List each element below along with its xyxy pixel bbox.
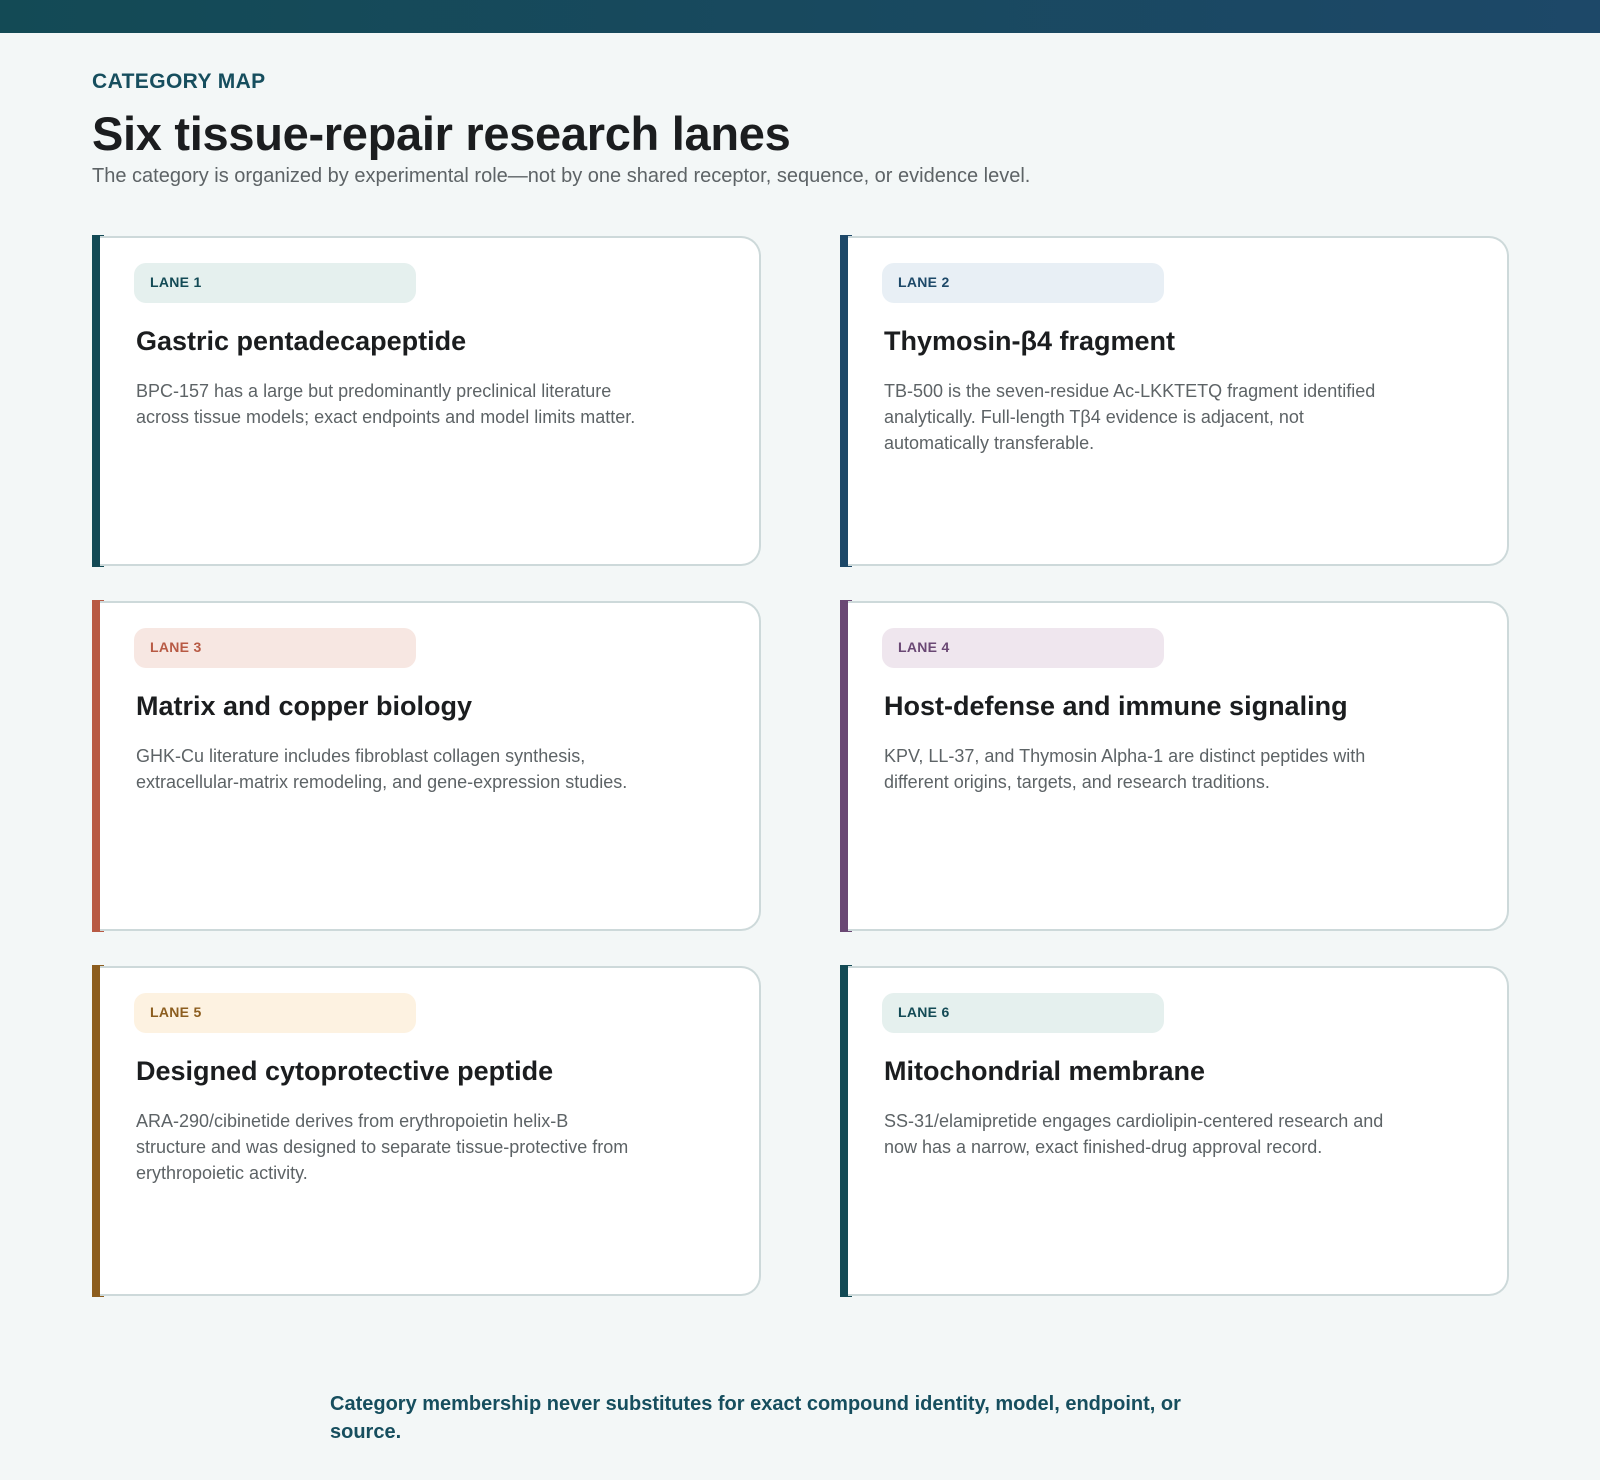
lane-title: Gastric pentadecapeptide <box>136 326 467 356</box>
lane-title: Designed cytoprotective peptide <box>136 1056 554 1086</box>
lane-badge-label: LANE 1 <box>150 274 202 290</box>
lane-description: SS-31/elamipretide engages cardiolipin-c… <box>884 1111 1384 1157</box>
lane-title: Thymosin-β4 fragment <box>884 326 1176 356</box>
lane-title: Matrix and copper biology <box>136 691 473 721</box>
page-subtitle: The category is organized by experimenta… <box>92 165 1031 187</box>
lane-card-4: LANE 4 Host-defense and immune signaling… <box>840 600 1509 932</box>
lane-card-panel: LANE 1 Gastric pentadecapeptide BPC-157 … <box>100 236 761 566</box>
lane-card-panel: LANE 3 Matrix and copper biology GHK-Cu … <box>100 601 761 931</box>
lane-badge: LANE 2 <box>882 263 1164 303</box>
eyebrow-label: CATEGORY MAP <box>92 70 266 93</box>
lane-card-panel: LANE 6 Mitochondrial membrane SS-31/elam… <box>848 966 1509 1296</box>
lane-description: KPV, LL-37, and Thymosin Alpha-1 are dis… <box>884 746 1366 792</box>
lane-description: ARA-290/cibinetide derives from erythrop… <box>136 1111 629 1183</box>
lane-badge: LANE 1 <box>134 263 416 303</box>
lane-card-6: LANE 6 Mitochondrial membrane SS-31/elam… <box>840 965 1509 1297</box>
lane-card-1: LANE 1 Gastric pentadecapeptide BPC-157 … <box>92 235 761 567</box>
top-bar <box>0 0 1600 33</box>
lane-badge: LANE 4 <box>882 628 1164 668</box>
lane-badge-label: LANE 6 <box>898 1004 950 1020</box>
lane-card-2: LANE 2 Thymosin-β4 fragment TB-500 is th… <box>840 235 1509 567</box>
lane-badge-label: LANE 3 <box>150 639 202 655</box>
lane-badge-label: LANE 2 <box>898 274 950 290</box>
lane-badge-label: LANE 5 <box>150 1004 202 1020</box>
lane-badge-label: LANE 4 <box>898 639 950 655</box>
lane-badge: LANE 5 <box>134 993 416 1033</box>
page-title: Six tissue-repair research lanes <box>92 107 791 160</box>
footer-note: Category membership never substitutes fo… <box>330 1393 1181 1443</box>
lane-card-panel: LANE 5 Designed cytoprotective peptide A… <box>100 966 761 1296</box>
lane-description: TB-500 is the seven-residue Ac-LKKTETQ f… <box>884 381 1376 453</box>
lane-title: Host-defense and immune signaling <box>884 691 1348 721</box>
lane-description: BPC-157 has a large but predominantly pr… <box>136 381 636 427</box>
lane-card-panel: LANE 4 Host-defense and immune signaling… <box>848 601 1509 931</box>
lane-title: Mitochondrial membrane <box>884 1056 1206 1086</box>
lane-card-5: LANE 5 Designed cytoprotective peptide A… <box>92 965 761 1297</box>
lane-badge: LANE 6 <box>882 993 1164 1033</box>
lane-description: GHK-Cu literature includes fibroblast co… <box>136 746 628 792</box>
lane-card-panel: LANE 2 Thymosin-β4 fragment TB-500 is th… <box>848 236 1509 566</box>
lane-card-3: LANE 3 Matrix and copper biology GHK-Cu … <box>92 600 761 932</box>
lane-badge: LANE 3 <box>134 628 416 668</box>
